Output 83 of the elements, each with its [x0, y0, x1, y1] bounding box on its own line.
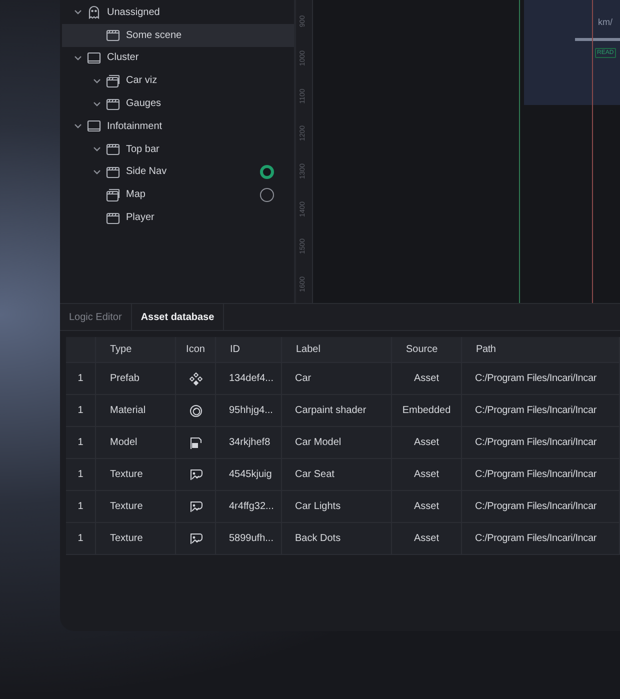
tree-item[interactable]: Map [62, 183, 294, 206]
tree-item-label: Unassigned [107, 6, 160, 20]
tree-item[interactable]: Car viz [62, 69, 294, 92]
clapperboard-icon [106, 164, 120, 179]
column-header: Type [96, 337, 176, 362]
table-cell: Texture [96, 523, 176, 554]
column-header: Icon [176, 337, 216, 362]
table-cell: Model [96, 427, 176, 458]
table-cell: Embedded [392, 395, 462, 426]
table-cell: 34rkjhef8 [216, 427, 282, 458]
diamonds-icon [188, 372, 202, 386]
table-cell: Asset [392, 523, 462, 554]
table-cell: 1 [66, 523, 96, 554]
column-header: ID [216, 337, 282, 362]
clapperboard-icon [106, 28, 120, 42]
table-cell: 4r4ffg32... [216, 491, 282, 522]
image-file-icon [188, 500, 202, 514]
table-cell: Texture [96, 491, 176, 522]
tree-item[interactable]: Gauges [62, 92, 294, 115]
tree-item[interactable]: Side Nav [62, 160, 294, 184]
column-header: Label [282, 337, 392, 362]
image-file-icon [188, 468, 202, 482]
table-cell: Asset [392, 459, 462, 490]
tree-item[interactable]: Player [62, 206, 294, 229]
tree-item-label: Player [126, 211, 154, 226]
table-cell: Back Dots [282, 523, 392, 554]
tree-item-label: Infotainment [107, 120, 162, 134]
column-header: Source [392, 337, 462, 362]
table-cell: 1 [66, 395, 96, 426]
table-cell: Car [282, 363, 392, 394]
radio-button[interactable] [260, 164, 274, 179]
table-cell: C:/Program Files/Incari/Incar [462, 427, 620, 458]
tree-item[interactable]: Infotainment [62, 114, 294, 138]
panel-tab[interactable]: Logic Editor [60, 304, 132, 330]
table-cell: 134def4... [216, 363, 282, 394]
tree-item-label: Gauges [126, 97, 162, 112]
model-file-icon [188, 436, 202, 450]
tree-item[interactable]: Cluster [62, 46, 294, 70]
table-cell: C:/Program Files/Incari/Incar [462, 395, 620, 426]
tree-item-label: Car viz [126, 74, 158, 88]
radio-button[interactable] [260, 188, 274, 202]
tree-item[interactable]: Unassigned [62, 1, 294, 24]
table-cell: 1 [66, 427, 96, 458]
sphere-icon [188, 404, 202, 418]
table-cell: Asset [392, 363, 462, 394]
image-file-icon [188, 532, 202, 546]
monitor-icon [87, 50, 101, 65]
table-cell: Car Lights [282, 491, 392, 522]
clapperboard-stack-icon [106, 188, 120, 202]
table-cell: Carpaint shader [282, 395, 392, 426]
tree-item[interactable]: Top bar [62, 138, 294, 161]
tree-item-label: Side Nav [126, 165, 167, 180]
monitor-icon [87, 119, 101, 134]
clapperboard-stack-icon [106, 74, 120, 88]
tree-item-label: Cluster [107, 51, 139, 66]
clapperboard-icon [106, 142, 120, 156]
table-cell: C:/Program Files/Incari/Incar [462, 363, 620, 394]
clapperboard-icon [106, 96, 120, 111]
table-cell: 1 [66, 491, 96, 522]
table-cell: 1 [66, 363, 96, 394]
table-cell: Asset [392, 427, 462, 458]
table-cell: Car Model [282, 427, 392, 458]
table-cell: C:/Program Files/Incari/Incar [462, 491, 620, 522]
table-cell: Prefab [96, 363, 176, 394]
table-cell: Material [96, 395, 176, 426]
table-cell: 4545kjuig [216, 459, 282, 490]
clapperboard-icon [106, 210, 120, 225]
table-cell: 5899ufh... [216, 523, 282, 554]
tree-item-label: Some scene [126, 28, 182, 43]
tree-item[interactable]: Some scene [62, 24, 294, 47]
table-cell: C:/Program Files/Incari/Incar [462, 459, 620, 490]
table-cell: C:/Program Files/Incari/Incar [462, 523, 620, 554]
tree-item-label: Map [126, 188, 146, 202]
table-cell: 1 [66, 459, 96, 490]
tree-item-label: Top bar [126, 142, 160, 157]
ghost-icon [87, 5, 101, 20]
panel-tab[interactable]: Asset database [132, 304, 224, 330]
column-header: Path [462, 337, 620, 362]
speed-unit: km/ [598, 16, 612, 29]
table-cell: Asset [392, 491, 462, 522]
table-cell: 95hhjg4... [216, 395, 282, 426]
table-cell: Car Seat [282, 459, 392, 490]
table-cell: Texture [96, 459, 176, 490]
